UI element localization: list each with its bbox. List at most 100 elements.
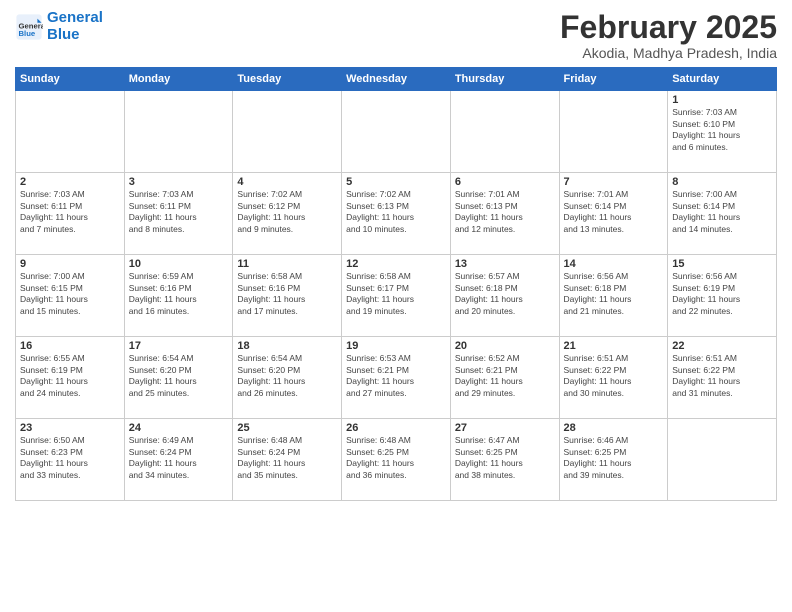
day-info: Sunrise: 6:51 AMSunset: 6:22 PMDaylight:… — [564, 353, 664, 399]
day-info: Sunrise: 6:54 AMSunset: 6:20 PMDaylight:… — [129, 353, 229, 399]
weekday-friday: Friday — [559, 68, 668, 91]
day-number: 1 — [672, 94, 772, 106]
day-number: 19 — [346, 340, 446, 352]
day-info: Sunrise: 7:00 AMSunset: 6:15 PMDaylight:… — [20, 271, 120, 317]
day-info: Sunrise: 7:01 AMSunset: 6:13 PMDaylight:… — [455, 189, 555, 235]
day-number: 16 — [20, 340, 120, 352]
svg-text:Blue: Blue — [19, 29, 36, 38]
calendar-cell: 14Sunrise: 6:56 AMSunset: 6:18 PMDayligh… — [559, 255, 668, 337]
day-info: Sunrise: 7:03 AMSunset: 6:10 PMDaylight:… — [672, 107, 772, 153]
calendar-cell: 16Sunrise: 6:55 AMSunset: 6:19 PMDayligh… — [16, 337, 125, 419]
day-number: 23 — [20, 422, 120, 434]
title-block: February 2025 Akodia, Madhya Pradesh, In… — [560, 10, 777, 61]
day-info: Sunrise: 6:54 AMSunset: 6:20 PMDaylight:… — [237, 353, 337, 399]
day-number: 10 — [129, 258, 229, 270]
weekday-header-row: SundayMondayTuesdayWednesdayThursdayFrid… — [16, 68, 777, 91]
calendar-cell: 21Sunrise: 6:51 AMSunset: 6:22 PMDayligh… — [559, 337, 668, 419]
day-number: 26 — [346, 422, 446, 434]
day-info: Sunrise: 6:52 AMSunset: 6:21 PMDaylight:… — [455, 353, 555, 399]
day-number: 3 — [129, 176, 229, 188]
day-info: Sunrise: 6:50 AMSunset: 6:23 PMDaylight:… — [20, 435, 120, 481]
calendar-table: SundayMondayTuesdayWednesdayThursdayFrid… — [15, 67, 777, 501]
day-info: Sunrise: 6:59 AMSunset: 6:16 PMDaylight:… — [129, 271, 229, 317]
calendar-cell — [559, 91, 668, 173]
day-number: 7 — [564, 176, 664, 188]
day-info: Sunrise: 7:03 AMSunset: 6:11 PMDaylight:… — [20, 189, 120, 235]
day-number: 11 — [237, 258, 337, 270]
calendar-cell: 25Sunrise: 6:48 AMSunset: 6:24 PMDayligh… — [233, 419, 342, 501]
day-number: 21 — [564, 340, 664, 352]
day-info: Sunrise: 6:58 AMSunset: 6:16 PMDaylight:… — [237, 271, 337, 317]
calendar-cell: 8Sunrise: 7:00 AMSunset: 6:14 PMDaylight… — [668, 173, 777, 255]
weekday-thursday: Thursday — [450, 68, 559, 91]
day-info: Sunrise: 6:56 AMSunset: 6:19 PMDaylight:… — [672, 271, 772, 317]
calendar-cell: 28Sunrise: 6:46 AMSunset: 6:25 PMDayligh… — [559, 419, 668, 501]
day-info: Sunrise: 6:46 AMSunset: 6:25 PMDaylight:… — [564, 435, 664, 481]
day-info: Sunrise: 6:57 AMSunset: 6:18 PMDaylight:… — [455, 271, 555, 317]
day-info: Sunrise: 6:55 AMSunset: 6:19 PMDaylight:… — [20, 353, 120, 399]
calendar-cell: 22Sunrise: 6:51 AMSunset: 6:22 PMDayligh… — [668, 337, 777, 419]
calendar-cell: 20Sunrise: 6:52 AMSunset: 6:21 PMDayligh… — [450, 337, 559, 419]
day-info: Sunrise: 7:03 AMSunset: 6:11 PMDaylight:… — [129, 189, 229, 235]
header: General Blue GeneralBlue February 2025 A… — [15, 10, 777, 61]
day-info: Sunrise: 6:51 AMSunset: 6:22 PMDaylight:… — [672, 353, 772, 399]
day-number: 9 — [20, 258, 120, 270]
day-number: 18 — [237, 340, 337, 352]
day-info: Sunrise: 7:02 AMSunset: 6:12 PMDaylight:… — [237, 189, 337, 235]
month-title: February 2025 — [560, 10, 777, 45]
calendar-cell: 19Sunrise: 6:53 AMSunset: 6:21 PMDayligh… — [342, 337, 451, 419]
day-number: 22 — [672, 340, 772, 352]
day-number: 12 — [346, 258, 446, 270]
day-number: 28 — [564, 422, 664, 434]
calendar-cell: 3Sunrise: 7:03 AMSunset: 6:11 PMDaylight… — [124, 173, 233, 255]
day-info: Sunrise: 6:49 AMSunset: 6:24 PMDaylight:… — [129, 435, 229, 481]
day-number: 5 — [346, 176, 446, 188]
day-info: Sunrise: 6:56 AMSunset: 6:18 PMDaylight:… — [564, 271, 664, 317]
logo: General Blue GeneralBlue — [15, 10, 103, 43]
weekday-wednesday: Wednesday — [342, 68, 451, 91]
day-number: 8 — [672, 176, 772, 188]
calendar-cell: 12Sunrise: 6:58 AMSunset: 6:17 PMDayligh… — [342, 255, 451, 337]
calendar-cell: 2Sunrise: 7:03 AMSunset: 6:11 PMDaylight… — [16, 173, 125, 255]
day-number: 25 — [237, 422, 337, 434]
calendar-cell — [450, 91, 559, 173]
day-number: 15 — [672, 258, 772, 270]
calendar-cell: 24Sunrise: 6:49 AMSunset: 6:24 PMDayligh… — [124, 419, 233, 501]
day-info: Sunrise: 7:01 AMSunset: 6:14 PMDaylight:… — [564, 189, 664, 235]
day-number: 24 — [129, 422, 229, 434]
day-info: Sunrise: 6:48 AMSunset: 6:24 PMDaylight:… — [237, 435, 337, 481]
calendar-cell: 5Sunrise: 7:02 AMSunset: 6:13 PMDaylight… — [342, 173, 451, 255]
day-number: 27 — [455, 422, 555, 434]
day-number: 20 — [455, 340, 555, 352]
day-info: Sunrise: 7:00 AMSunset: 6:14 PMDaylight:… — [672, 189, 772, 235]
day-info: Sunrise: 6:53 AMSunset: 6:21 PMDaylight:… — [346, 353, 446, 399]
day-number: 17 — [129, 340, 229, 352]
calendar-cell: 9Sunrise: 7:00 AMSunset: 6:15 PMDaylight… — [16, 255, 125, 337]
calendar-cell: 27Sunrise: 6:47 AMSunset: 6:25 PMDayligh… — [450, 419, 559, 501]
week-row-2: 9Sunrise: 7:00 AMSunset: 6:15 PMDaylight… — [16, 255, 777, 337]
calendar-cell: 7Sunrise: 7:01 AMSunset: 6:14 PMDaylight… — [559, 173, 668, 255]
location-title: Akodia, Madhya Pradesh, India — [560, 45, 777, 61]
week-row-1: 2Sunrise: 7:03 AMSunset: 6:11 PMDaylight… — [16, 173, 777, 255]
calendar-cell: 18Sunrise: 6:54 AMSunset: 6:20 PMDayligh… — [233, 337, 342, 419]
calendar-cell — [342, 91, 451, 173]
calendar-cell: 23Sunrise: 6:50 AMSunset: 6:23 PMDayligh… — [16, 419, 125, 501]
weekday-sunday: Sunday — [16, 68, 125, 91]
calendar-cell: 4Sunrise: 7:02 AMSunset: 6:12 PMDaylight… — [233, 173, 342, 255]
day-number: 2 — [20, 176, 120, 188]
week-row-3: 16Sunrise: 6:55 AMSunset: 6:19 PMDayligh… — [16, 337, 777, 419]
weekday-monday: Monday — [124, 68, 233, 91]
logo-text: GeneralBlue — [47, 10, 103, 43]
weekday-saturday: Saturday — [668, 68, 777, 91]
calendar-cell: 17Sunrise: 6:54 AMSunset: 6:20 PMDayligh… — [124, 337, 233, 419]
calendar-cell: 1Sunrise: 7:03 AMSunset: 6:10 PMDaylight… — [668, 91, 777, 173]
day-info: Sunrise: 6:47 AMSunset: 6:25 PMDaylight:… — [455, 435, 555, 481]
calendar-cell — [668, 419, 777, 501]
calendar-cell: 6Sunrise: 7:01 AMSunset: 6:13 PMDaylight… — [450, 173, 559, 255]
day-number: 6 — [455, 176, 555, 188]
calendar-cell — [16, 91, 125, 173]
day-number: 13 — [455, 258, 555, 270]
weekday-tuesday: Tuesday — [233, 68, 342, 91]
week-row-4: 23Sunrise: 6:50 AMSunset: 6:23 PMDayligh… — [16, 419, 777, 501]
calendar-cell: 11Sunrise: 6:58 AMSunset: 6:16 PMDayligh… — [233, 255, 342, 337]
